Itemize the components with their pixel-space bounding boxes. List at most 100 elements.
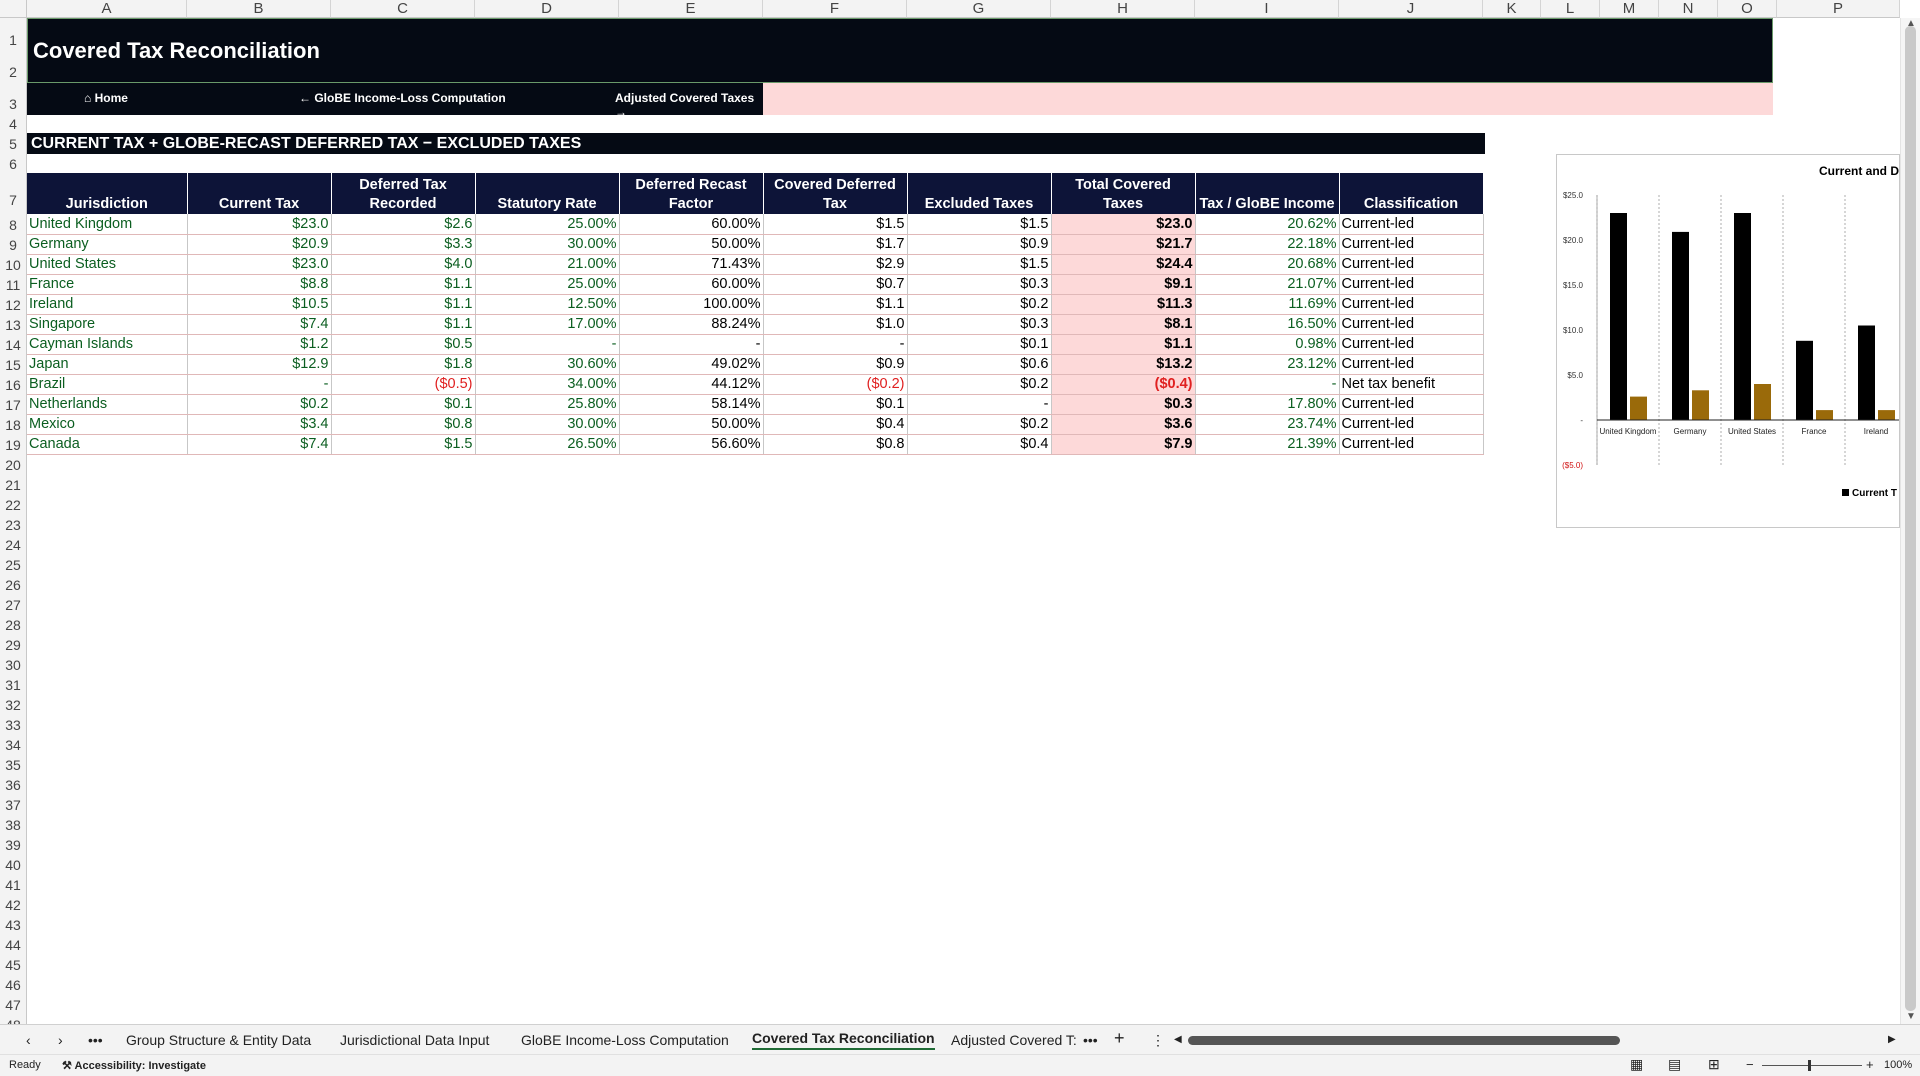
- scroll-down-arrow-icon[interactable]: ▼: [1906, 1011, 1916, 1022]
- row-header[interactable]: 20: [0, 455, 27, 475]
- row-header[interactable]: 10: [0, 255, 27, 275]
- cell-cdt[interactable]: $1.5: [763, 214, 908, 235]
- cell-def[interactable]: $0.8: [331, 414, 476, 435]
- tab-covered-tax-reconciliation[interactable]: Covered Tax Reconciliation: [752, 1030, 935, 1050]
- cell-ratio[interactable]: 20.62%: [1195, 214, 1340, 235]
- col-header-excluded-taxes[interactable]: Excluded Taxes: [907, 173, 1052, 214]
- cell-exc[interactable]: $0.3: [907, 314, 1052, 335]
- row-header[interactable]: 25: [0, 555, 27, 575]
- cell-ratio[interactable]: 22.18%: [1195, 234, 1340, 255]
- row-header[interactable]: 1: [0, 18, 27, 50]
- row-header[interactable]: 18: [0, 415, 27, 435]
- column-header[interactable]: I: [1195, 0, 1339, 18]
- cell-tot[interactable]: $21.7: [1050, 234, 1196, 255]
- scroll-left-icon[interactable]: ◀: [1174, 1034, 1182, 1045]
- cell-jur[interactable]: Canada: [27, 434, 188, 455]
- normal-view-icon[interactable]: ▦: [1630, 1056, 1643, 1073]
- column-header[interactable]: D: [475, 0, 619, 18]
- row-header[interactable]: 43: [0, 915, 27, 935]
- column-header[interactable]: L: [1541, 0, 1600, 18]
- row-header[interactable]: 5: [0, 134, 27, 154]
- cell-rate[interactable]: 30.00%: [475, 234, 620, 255]
- zoom-slider-thumb[interactable]: [1808, 1060, 1811, 1071]
- select-all-corner[interactable]: [0, 0, 27, 18]
- more-sheets-icon[interactable]: •••: [88, 1032, 103, 1048]
- row-header[interactable]: 42: [0, 895, 27, 915]
- cell-tot[interactable]: $11.3: [1050, 294, 1196, 315]
- cell-exc[interactable]: $0.9: [907, 234, 1052, 255]
- cell-rate[interactable]: -: [475, 334, 620, 355]
- tab-jurisdictional-data[interactable]: Jurisdictional Data Input: [340, 1032, 489, 1048]
- cell-cur[interactable]: $7.4: [187, 434, 332, 455]
- tab-globe-income-loss[interactable]: GloBE Income-Loss Computation: [521, 1032, 729, 1048]
- cell-exc[interactable]: $0.6: [907, 354, 1052, 375]
- cell-jur[interactable]: Japan: [27, 354, 188, 375]
- cell-rate[interactable]: 30.00%: [475, 414, 620, 435]
- cell-cdt[interactable]: -: [763, 334, 908, 355]
- cell-jur[interactable]: Singapore: [27, 314, 188, 335]
- row-header[interactable]: 29: [0, 635, 27, 655]
- cell-def[interactable]: $3.3: [331, 234, 476, 255]
- cell-cur[interactable]: $23.0: [187, 214, 332, 235]
- scroll-right-icon[interactable]: ▶: [1888, 1034, 1896, 1045]
- row-header[interactable]: 47: [0, 995, 27, 1015]
- row-header[interactable]: 21: [0, 475, 27, 495]
- cell-def[interactable]: $4.0: [331, 254, 476, 275]
- cell-cur[interactable]: $7.4: [187, 314, 332, 335]
- row-header[interactable]: 30: [0, 655, 27, 675]
- cell-rate[interactable]: 30.60%: [475, 354, 620, 375]
- cell-rate[interactable]: 17.00%: [475, 314, 620, 335]
- row-header[interactable]: 11: [0, 275, 27, 295]
- cell-fac[interactable]: 100.00%: [619, 294, 764, 315]
- cell-exc[interactable]: $0.2: [907, 374, 1052, 395]
- row-header[interactable]: 28: [0, 615, 27, 635]
- vertical-scrollbar[interactable]: ▲ ▼: [1900, 18, 1920, 1024]
- cell-tot[interactable]: ($0.4): [1050, 374, 1196, 395]
- column-header[interactable]: H: [1051, 0, 1195, 18]
- col-header-tax-ratio[interactable]: Tax / GloBE Income: [1195, 173, 1340, 214]
- row-header[interactable]: 45: [0, 955, 27, 975]
- cell-ratio[interactable]: -: [1195, 374, 1340, 395]
- column-header[interactable]: K: [1483, 0, 1541, 18]
- row-header[interactable]: 38: [0, 815, 27, 835]
- cell-cls[interactable]: Current-led: [1339, 414, 1484, 435]
- cell-ratio[interactable]: 20.68%: [1195, 254, 1340, 275]
- cell-def[interactable]: $2.6: [331, 214, 476, 235]
- cell-cdt[interactable]: $0.1: [763, 394, 908, 415]
- cell-fac[interactable]: 58.14%: [619, 394, 764, 415]
- next-sheet-icon[interactable]: ›: [58, 1032, 63, 1048]
- cell-cls[interactable]: Current-led: [1339, 334, 1484, 355]
- row-header[interactable]: 32: [0, 695, 27, 715]
- cell-cdt[interactable]: $1.1: [763, 294, 908, 315]
- cell-cls[interactable]: Current-led: [1339, 434, 1484, 455]
- tab-group-structure[interactable]: Group Structure & Entity Data: [126, 1032, 311, 1048]
- options-icon[interactable]: ⋮: [1151, 1032, 1165, 1049]
- cell-cls[interactable]: Current-led: [1339, 394, 1484, 415]
- cell-rate[interactable]: 21.00%: [475, 254, 620, 275]
- row-header[interactable]: 4: [0, 114, 27, 134]
- cell-def[interactable]: $0.5: [331, 334, 476, 355]
- cell-jur[interactable]: United Kingdom: [27, 214, 188, 235]
- cell-cur[interactable]: $20.9: [187, 234, 332, 255]
- row-header[interactable]: 27: [0, 595, 27, 615]
- cell-def[interactable]: $1.1: [331, 294, 476, 315]
- cell-ratio[interactable]: 0.98%: [1195, 334, 1340, 355]
- cell-exc[interactable]: $1.5: [907, 254, 1052, 275]
- cell-tot[interactable]: $1.1: [1050, 334, 1196, 355]
- cell-exc[interactable]: $0.1: [907, 334, 1052, 355]
- column-header[interactable]: M: [1600, 0, 1659, 18]
- cell-rate[interactable]: 25.00%: [475, 274, 620, 295]
- cell-jur[interactable]: Ireland: [27, 294, 188, 315]
- column-header[interactable]: G: [907, 0, 1051, 18]
- cell-fac[interactable]: 88.24%: [619, 314, 764, 335]
- row-header[interactable]: 9: [0, 235, 27, 255]
- cell-cdt[interactable]: ($0.2): [763, 374, 908, 395]
- cell-cls[interactable]: Current-led: [1339, 354, 1484, 375]
- row-header[interactable]: 7: [0, 174, 27, 215]
- col-header-classification[interactable]: Classification: [1339, 173, 1484, 214]
- cell-rate[interactable]: 25.80%: [475, 394, 620, 415]
- cell-fac[interactable]: 50.00%: [619, 414, 764, 435]
- cell-tot[interactable]: $24.4: [1050, 254, 1196, 275]
- column-header[interactable]: P: [1777, 0, 1900, 18]
- col-header-statutory-rate[interactable]: Statutory Rate: [475, 173, 620, 214]
